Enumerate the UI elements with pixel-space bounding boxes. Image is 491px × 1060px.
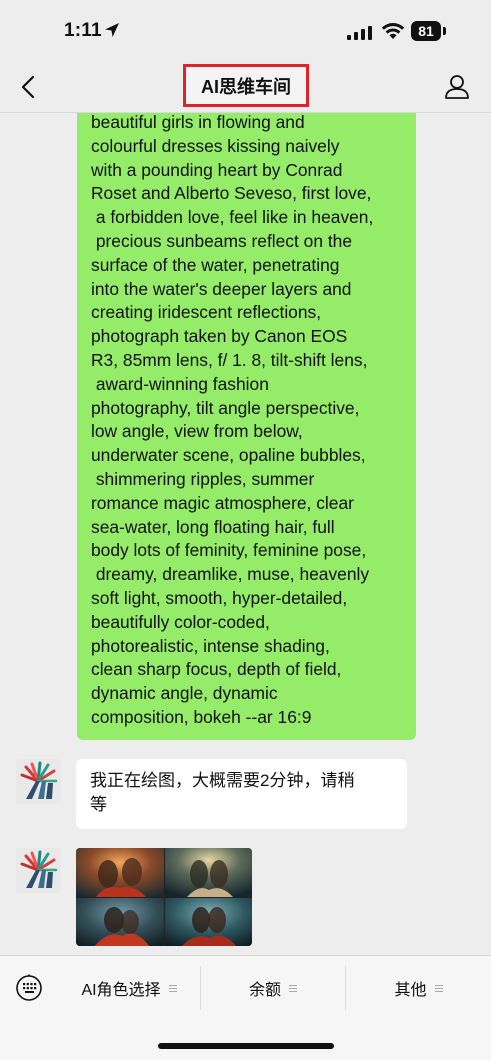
battery-level: 81	[418, 23, 434, 39]
image-tile	[76, 897, 164, 946]
menu-lines-icon	[168, 983, 177, 994]
menu-balance[interactable]: 余额	[201, 964, 345, 1012]
battery-icon: 81	[411, 21, 447, 41]
back-button[interactable]	[14, 70, 42, 104]
bot-logo-icon	[16, 759, 61, 804]
menu-item-label: 余额	[248, 982, 281, 999]
location-arrow-icon	[105, 23, 119, 37]
title-highlight-box: AI思维车间	[183, 64, 309, 107]
keyboard-icon	[16, 974, 42, 1001]
image-tile	[76, 848, 164, 897]
image-tile	[164, 848, 252, 897]
person-icon	[445, 75, 469, 99]
menu-ai-role-select[interactable]: AI角色选择	[58, 964, 200, 1012]
wifi-icon	[381, 23, 405, 39]
menu-other[interactable]: 其他	[346, 964, 491, 1012]
profile-button[interactable]	[440, 70, 474, 104]
chat-area[interactable]: beautiful girls in flowing and colourful…	[0, 113, 491, 955]
bot-avatar[interactable]	[16, 759, 61, 804]
bot-logo-icon	[16, 848, 61, 893]
bottom-menu-bar: AI角色选择 余额 其他	[0, 955, 491, 1060]
status-time: 1:11	[64, 20, 102, 41]
back-chevron-icon	[21, 75, 35, 99]
menu-item-label: 其他	[394, 982, 427, 999]
bot-message-bubble[interactable]: 我正在绘图，大概需要2分钟，请稍 等	[76, 759, 407, 829]
menu-lines-icon	[434, 983, 443, 994]
bot-avatar[interactable]	[16, 848, 61, 893]
bot-reply-text: 我正在绘图，大概需要2分钟，请稍 等	[90, 771, 355, 814]
generated-image[interactable]	[76, 848, 252, 946]
page-title: AI思维车间	[201, 76, 291, 97]
nav-bar: AI思维车间	[0, 62, 491, 113]
status-bar: 1:11 81	[0, 0, 491, 62]
menu-item-label: AI角色选择	[81, 982, 161, 999]
keyboard-toggle-button[interactable]	[14, 973, 44, 1003]
user-message-bubble[interactable]: beautiful girls in flowing and colourful…	[77, 113, 416, 740]
prompt-text: beautiful girls in flowing and colourful…	[91, 113, 374, 727]
menu-lines-icon	[289, 983, 297, 994]
cellular-signal-icon	[347, 26, 372, 40]
home-indicator[interactable]	[158, 1043, 334, 1049]
image-tile	[164, 897, 252, 946]
